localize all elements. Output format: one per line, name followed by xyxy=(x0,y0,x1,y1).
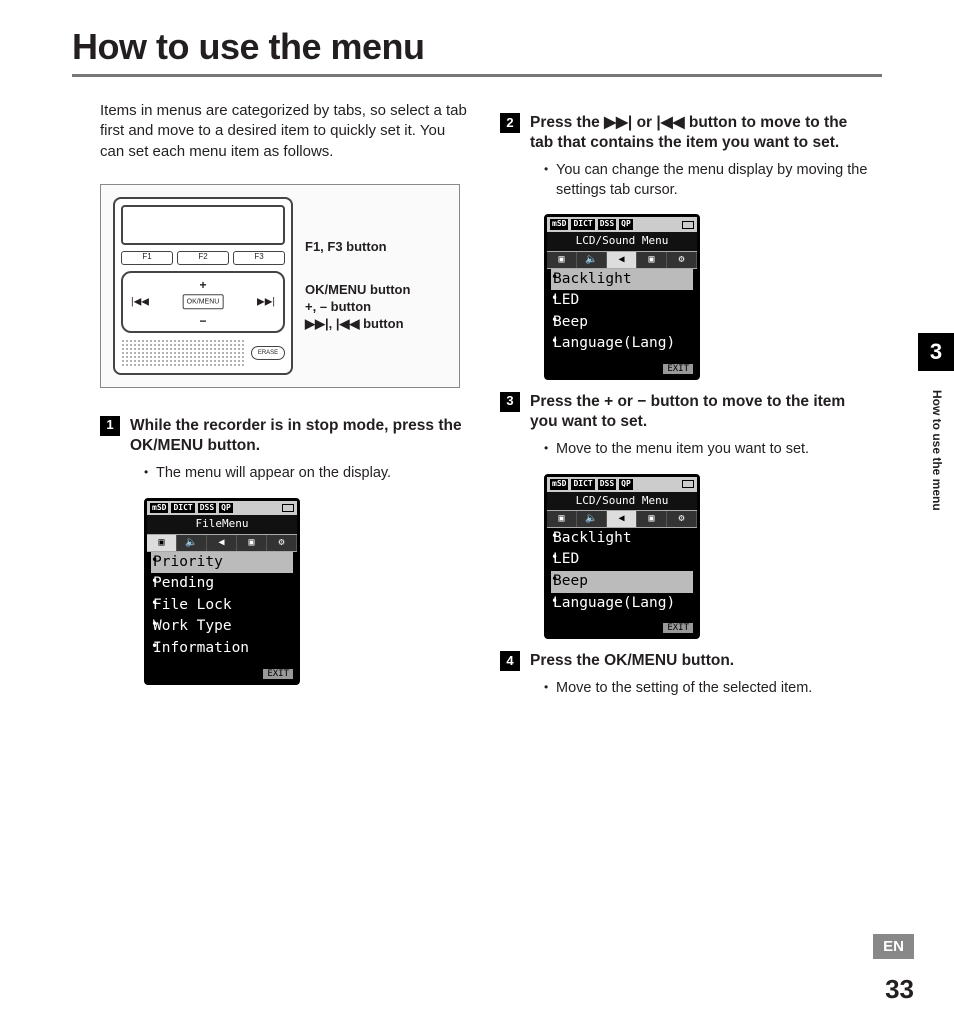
step-bullet: Move to the setting of the selected item… xyxy=(544,679,868,699)
language-badge: EN xyxy=(873,934,914,959)
step-1: 1 While the recorder is in stop mode, pr… xyxy=(100,416,468,685)
chapter-label: How to use the menu xyxy=(930,390,944,511)
f3-key: F3 xyxy=(233,251,285,265)
f2-key: F2 xyxy=(177,251,229,265)
step-heading: Press the OK/MENU button. xyxy=(530,651,734,671)
f1-key: F1 xyxy=(121,251,173,265)
callout-plusminus: +, – button xyxy=(305,299,447,316)
device-diagram: F1 F2 F3 + − |◀◀ ▶▶| OK/MENU ERASE F1, F… xyxy=(100,184,460,388)
page-number: 33 xyxy=(885,974,914,1005)
step-number: 1 xyxy=(100,416,120,436)
step-number: 3 xyxy=(500,392,520,412)
callout-ff-rew: ▶▶|, |◀◀ button xyxy=(305,316,447,333)
step-bullet: The menu will appear on the display. xyxy=(144,464,468,484)
erase-button: ERASE xyxy=(251,346,285,360)
device-screen xyxy=(121,205,285,245)
step-2: 2 Press the ▶▶| or |◀◀ button to move to… xyxy=(500,113,868,380)
chapter-tab: 3 xyxy=(918,333,954,371)
lcd-screenshot-2: mSD DICT DSS QP LCD/Sound Menu ▣🔈◀▣⚙ Bac… xyxy=(544,214,700,380)
step-bullet: Move to the menu item you want to set. xyxy=(544,440,868,460)
page-title: How to use the menu xyxy=(0,0,954,74)
lcd-screenshot-1: mSD DICT DSS QP FileMenu ▣🔈◀▣⚙ Priority … xyxy=(144,498,300,685)
step-heading: Press the + or − button to move to the i… xyxy=(530,392,868,432)
step-number: 4 xyxy=(500,651,520,671)
step-bullet: You can change the menu display by movin… xyxy=(544,161,868,200)
callout-okmenu: OK/MENU button xyxy=(305,282,447,299)
step-heading: Press the ▶▶| or |◀◀ button to move to t… xyxy=(530,113,868,153)
nav-pad: + − |◀◀ ▶▶| OK/MENU xyxy=(121,271,285,333)
step-4: 4 Press the OK/MENU button. Move to the … xyxy=(500,651,868,699)
step-heading: While the recorder is in stop mode, pres… xyxy=(130,416,468,456)
lcd-screenshot-3: mSD DICT DSS QP LCD/Sound Menu ▣🔈◀▣⚙ Bac… xyxy=(544,474,700,640)
callout-f-buttons: F1, F3 button xyxy=(305,239,447,256)
intro-text: Items in menus are categorized by tabs, … xyxy=(100,101,468,162)
step-number: 2 xyxy=(500,113,520,133)
speaker-grille xyxy=(121,339,245,367)
step-3: 3 Press the + or − button to move to the… xyxy=(500,392,868,639)
